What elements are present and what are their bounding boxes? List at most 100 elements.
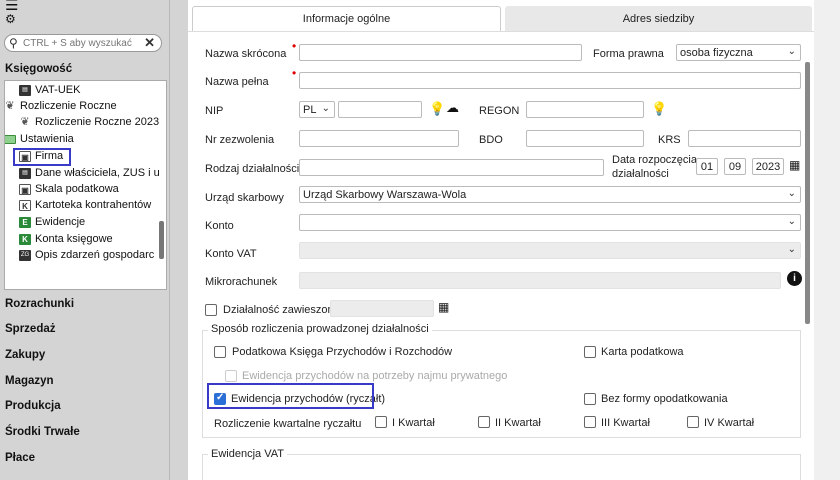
- permit-number-input[interactable]: [299, 130, 459, 147]
- nav-rozrachunki[interactable]: Rozrachunki: [5, 298, 74, 310]
- cloud-download-icon[interactable]: ☁: [446, 100, 459, 116]
- tax-office-select[interactable]: Urząd Skarbowy Warszawa-Wola ⌄: [299, 186, 801, 203]
- tax-office-label: Urząd skarbowy: [205, 192, 284, 204]
- nav-zakupy[interactable]: Zakupy: [5, 349, 45, 361]
- quarterly-settlement-label: Rozliczenie kwartalne ryczałtu: [214, 418, 362, 430]
- q3-checkbox[interactable]: [584, 416, 596, 428]
- activity-type-label: Rodzaj działalności: [205, 163, 300, 175]
- short-name-label: Nazwa skrócona: [205, 48, 287, 60]
- start-year-input[interactable]: 2023: [752, 158, 784, 175]
- chevron-down-icon: ⌄: [321, 103, 330, 114]
- tree-item-ustawienia[interactable]: Ustawienia: [5, 131, 74, 147]
- legal-form-select[interactable]: osoba fizyczna ⌄: [676, 44, 801, 61]
- no-taxation-checkbox[interactable]: [584, 393, 596, 405]
- lightbulb-icon[interactable]: 💡: [429, 101, 445, 117]
- lump-sum-highlight-box: [207, 383, 374, 409]
- tree-item-rozliczenie-roczne-2023[interactable]: ❦ Rozliczenie Roczne 2023: [19, 114, 159, 130]
- tab-adres-siedziby[interactable]: Adres siedziby: [505, 6, 812, 31]
- nip-input[interactable]: [338, 101, 422, 118]
- start-day-input[interactable]: 01: [696, 158, 718, 175]
- q1-checkbox[interactable]: [375, 416, 387, 428]
- vat-account-label: Konto VAT: [205, 248, 257, 260]
- settlement-group-title: Sposób rozliczenia prowadzonej działalno…: [208, 323, 432, 335]
- navigation-tree: ▤ VAT-UEK ❦ Rozliczenie Roczne ❦ Rozlicz…: [4, 80, 167, 290]
- required-marker: •: [292, 39, 297, 53]
- tree-item-skala-podatkowa[interactable]: ▣ Skala podatkowa: [19, 181, 119, 197]
- tree-item-vat-uek[interactable]: ▤ VAT-UEK: [19, 82, 80, 98]
- chevron-down-icon: ⌄: [787, 244, 796, 255]
- right-panel-strip: [814, 0, 840, 480]
- nav-sprzedaz[interactable]: Sprzedaż: [5, 323, 56, 335]
- no-taxation-label: Bez formy opodatkowania: [601, 393, 728, 405]
- tree-item-ewidencje[interactable]: E Ewidencje: [19, 214, 85, 230]
- q4-checkbox[interactable]: [687, 416, 699, 428]
- chevron-down-icon: ⌄: [787, 188, 796, 199]
- calendar-icon[interactable]: ▦: [789, 158, 800, 172]
- search-input[interactable]: [23, 36, 141, 50]
- nip-country-value: PL: [303, 103, 317, 116]
- wreath-icon: ❦: [20, 115, 30, 128]
- tree-item-dane-wlasciciela[interactable]: ▤ Dane właściciela, ZUS i u: [19, 165, 160, 181]
- suspended-label: Działalność zawieszona: [223, 304, 340, 316]
- owner-icon: ▤: [19, 167, 31, 179]
- krs-label: KRS: [658, 134, 681, 146]
- tax-card-checkbox[interactable]: [584, 346, 596, 358]
- q2-checkbox[interactable]: [478, 416, 490, 428]
- nip-label: NIP: [205, 105, 224, 117]
- start-date-label-2: działalności: [612, 168, 669, 180]
- nav-magazyn[interactable]: Magazyn: [5, 375, 54, 387]
- account-select[interactable]: ⌄: [299, 214, 801, 231]
- tree-item-rozliczenie-roczne[interactable]: ❦ Rozliczenie Roczne: [5, 98, 116, 114]
- q2-label: II Kwartał: [495, 417, 541, 429]
- folder-icon: [5, 134, 16, 144]
- tree-scrollbar[interactable]: [159, 221, 164, 259]
- calendar-icon[interactable]: ▦: [438, 300, 449, 314]
- suspended-date-input[interactable]: [330, 300, 434, 317]
- start-date-label: Data rozpoczęcia: [612, 154, 697, 166]
- nav-produkcja[interactable]: Produkcja: [5, 400, 61, 412]
- register-icon: E: [19, 216, 31, 228]
- nav-srodki-trwale[interactable]: Środki Trwałe: [5, 426, 80, 438]
- regon-input[interactable]: [526, 101, 644, 118]
- tree-item-label: Konta księgowe: [35, 233, 113, 245]
- krs-input[interactable]: [688, 130, 801, 147]
- q4-label: IV Kwartał: [704, 417, 755, 429]
- lightbulb-icon[interactable]: 💡: [651, 101, 667, 117]
- bdo-input[interactable]: [526, 130, 644, 147]
- tree-item-label: VAT-UEK: [35, 84, 81, 96]
- tree-item-kartoteka-kontrahentow[interactable]: K Kartoteka kontrahentów: [19, 197, 151, 213]
- activity-type-input[interactable]: [299, 159, 604, 176]
- full-name-input[interactable]: [299, 72, 801, 89]
- start-month-input[interactable]: 09: [724, 158, 746, 175]
- tree-item-label: Kartoteka kontrahentów: [35, 199, 152, 211]
- tree-item-label: Ustawienia: [20, 133, 74, 145]
- permit-number-label: Nr zezwolenia: [205, 134, 275, 146]
- vat-account-select[interactable]: ⌄: [299, 242, 801, 259]
- rental-income-checkbox[interactable]: [225, 370, 237, 382]
- tab-informacje-ogolne[interactable]: Informacje ogólne: [192, 6, 501, 31]
- suspended-checkbox[interactable]: [205, 304, 217, 316]
- contractor-icon: K: [19, 199, 31, 211]
- microaccount-input[interactable]: [299, 272, 781, 289]
- firma-highlight-box: [13, 148, 71, 166]
- nav-place[interactable]: Płace: [5, 452, 35, 464]
- tree-item-opis-zdarzen[interactable]: ZG Opis zdarzeń gospodarc: [19, 247, 154, 263]
- pkpir-checkbox[interactable]: [214, 346, 226, 358]
- tree-item-label: Skala podatkowa: [35, 183, 119, 195]
- section-title-ksiegowosc[interactable]: Księgowość: [5, 63, 72, 75]
- tree-item-label: Opis zdarzeń gospodarc: [35, 249, 155, 261]
- legal-form-value: osoba fizyczna: [680, 46, 753, 59]
- info-icon[interactable]: i: [787, 271, 802, 286]
- tree-item-konta-ksiegowe[interactable]: K Konta księgowe: [19, 231, 113, 247]
- form-scrollbar[interactable]: [805, 62, 810, 324]
- vat-group-title: Ewidencja VAT: [208, 448, 287, 460]
- sidebar: ☰ ⚙ ⚲ ✕ Księgowość ▤ VAT-UEK ❦ Rozliczen…: [0, 0, 170, 480]
- settings-gears-icon[interactable]: ⚙: [5, 12, 16, 26]
- tax-office-value: Urząd Skarbowy Warszawa-Wola: [303, 188, 467, 201]
- short-name-input[interactable]: [299, 44, 582, 61]
- nip-country-select[interactable]: PL ⌄: [299, 101, 335, 118]
- q1-label: I Kwartał: [392, 417, 435, 429]
- search-box[interactable]: ⚲ ✕: [4, 34, 162, 52]
- events-icon: ZG: [19, 249, 31, 261]
- clear-search-icon[interactable]: ✕: [144, 35, 155, 51]
